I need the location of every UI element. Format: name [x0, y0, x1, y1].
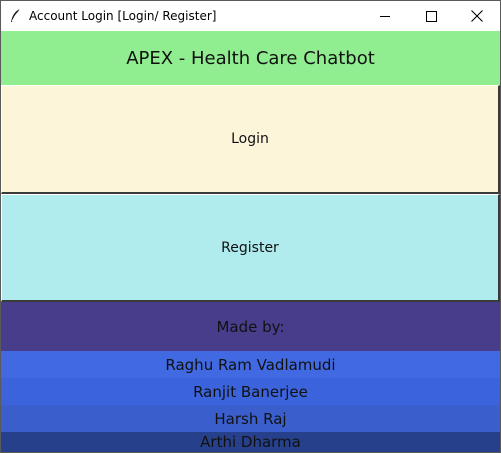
title-bar[interactable]: Account Login [Login/ Register]	[1, 1, 500, 31]
register-button-label: Register	[221, 239, 279, 256]
close-icon	[471, 10, 483, 22]
minimize-button[interactable]	[362, 1, 408, 31]
minimize-icon	[380, 16, 390, 17]
made-by-label: Made by:	[1, 302, 500, 351]
credit-name-text: Harsh Raj	[214, 409, 287, 428]
credit-name: Raghu Ram Vadlamudi	[1, 351, 500, 378]
maximize-icon	[425, 10, 437, 22]
credit-name: Arthi Dharma	[1, 432, 500, 452]
app-window: Account Login [Login/ Register] APEX - H…	[0, 0, 501, 453]
window-title: Account Login [Login/ Register]	[29, 9, 217, 23]
feather-icon	[1, 1, 31, 31]
credit-name-text: Raghu Ram Vadlamudi	[165, 355, 336, 374]
register-button[interactable]: Register	[1, 194, 500, 302]
credit-name-text: Ranjit Banerjee	[193, 382, 308, 401]
window-controls	[362, 1, 500, 31]
login-button-label: Login	[231, 131, 269, 147]
credit-name-text: Arthi Dharma	[200, 433, 301, 451]
made-by-text: Made by:	[216, 317, 285, 336]
credit-name: Ranjit Banerjee	[1, 378, 500, 405]
maximize-button[interactable]	[408, 1, 454, 31]
app-header: APEX - Health Care Chatbot	[1, 31, 500, 85]
credit-name: Harsh Raj	[1, 405, 500, 432]
app-title: APEX - Health Care Chatbot	[126, 47, 375, 69]
login-button[interactable]: Login	[1, 85, 500, 194]
close-button[interactable]	[454, 1, 500, 31]
